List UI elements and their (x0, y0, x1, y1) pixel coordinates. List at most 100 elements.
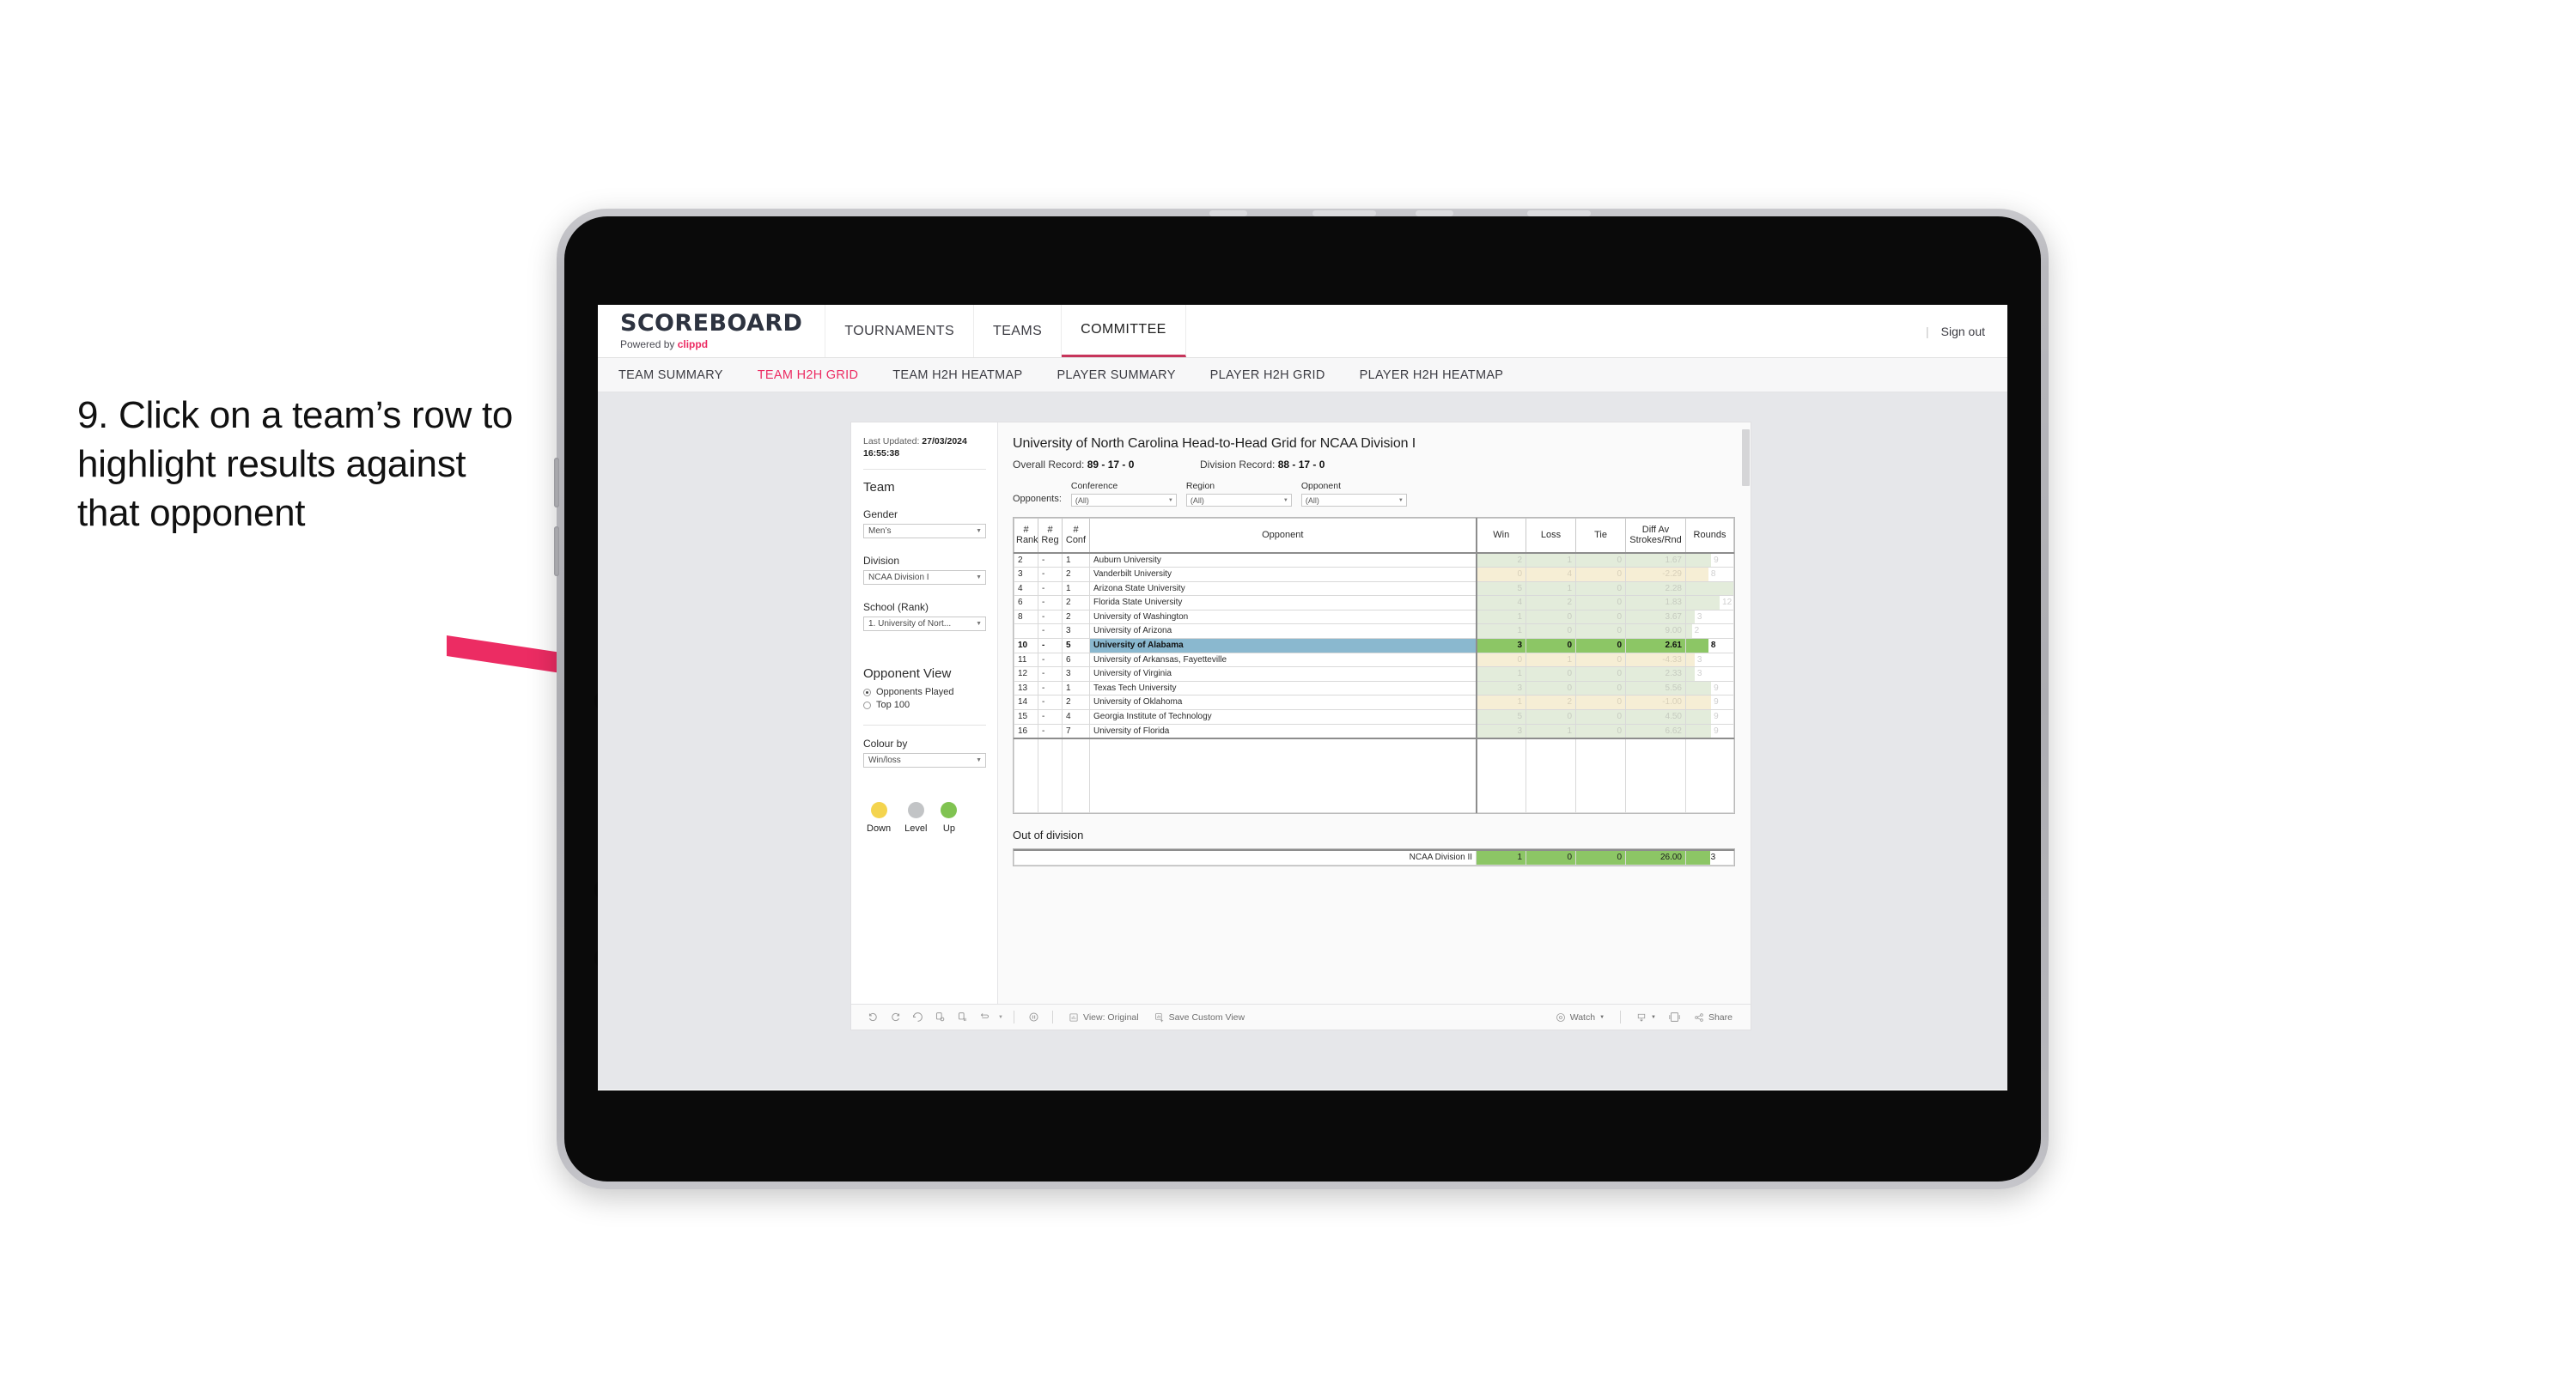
table-row[interactable]: 2-1 Auburn University 2 1 0 1.67 9 (1014, 551, 1734, 568)
legend-dot-up (941, 802, 958, 819)
subtab-team-h2h-grid[interactable]: TEAM H2H GRID (758, 368, 859, 382)
save-custom-view-label: Save Custom View (1168, 1011, 1245, 1023)
cell-rank: 3 (1014, 567, 1038, 582)
signout-divider: | (1925, 324, 1929, 338)
volume-down-button[interactable] (554, 526, 559, 576)
pause-auto-update-icon[interactable] (1022, 1005, 1044, 1030)
cell-loss: 2 (1526, 595, 1576, 610)
legend-dot-level (907, 802, 924, 819)
volume-up-button[interactable] (554, 458, 559, 507)
col-rounds[interactable]: Rounds (1685, 518, 1734, 553)
chevron-down-icon: ▼ (1599, 1014, 1605, 1020)
cell-diff: 1.67 (1625, 551, 1686, 568)
cell-tie: 0 (1575, 723, 1626, 740)
conference-filter: Conference (All) ▼ (1070, 481, 1177, 507)
col-loss[interactable]: Loss (1526, 518, 1576, 553)
undo-icon[interactable] (862, 1005, 884, 1030)
table-row[interactable]: 12-3 University of Virginia 1 0 0 2.33 3 (1014, 666, 1734, 682)
opponent-select[interactable]: (All) ▼ (1300, 494, 1407, 507)
last-updated: Last Updated: 27/03/2024 16:55:38 (863, 436, 967, 459)
table-row[interactable]: 13-1 Texas Tech University 3 0 0 5.56 9 (1014, 680, 1734, 696)
rounds-bar (1686, 710, 1712, 724)
sign-out-link[interactable]: Sign out (1941, 325, 1985, 338)
col-reg[interactable]: # Reg (1038, 518, 1063, 553)
device-top-antenna-2 (1312, 210, 1376, 216)
table-row[interactable]: 16-7 University of Florida 3 1 0 6.62 9 (1014, 723, 1734, 740)
revert-icon[interactable] (906, 1005, 929, 1030)
radio-top-100[interactable]: Top 100 (863, 700, 986, 710)
subtab-player-summary[interactable]: PLAYER SUMMARY (1057, 368, 1175, 382)
cell-reg: - (1038, 680, 1063, 696)
col-win[interactable]: Win (1475, 518, 1526, 553)
redo-icon[interactable] (884, 1005, 906, 1030)
table-row[interactable]: 4-1Arizona State University5102.2817 (1014, 580, 1734, 597)
table-row[interactable]: 15-4 Georgia Institute of Technology 5 0 0 4.… (1014, 709, 1734, 725)
cell-reg: - (1038, 638, 1063, 653)
team-section-heading: Team (863, 480, 895, 495)
subtab-player-h2h-grid[interactable]: PLAYER H2H GRID (1210, 368, 1325, 382)
nav-tab-committee[interactable]: COMMITTEE (1062, 305, 1186, 357)
scrollbar-thumb[interactable] (1742, 429, 1750, 486)
table-row[interactable]: 10-5 University of Alabama 3 0 0 2.61 8 (1014, 638, 1734, 653)
chevron-down-icon[interactable]: ▼ (996, 1005, 1006, 1030)
conference-select[interactable]: (All) ▼ (1070, 494, 1177, 507)
gender-select[interactable]: Men’s ▼ (863, 524, 986, 539)
table-row[interactable]: 11-6 University of Arkansas, Fayetteville… (1014, 652, 1734, 668)
sign-out-area[interactable]: | Sign out (1903, 305, 2007, 357)
cell-loss: 1 (1526, 551, 1576, 568)
cell-loss: 1 (1526, 652, 1576, 668)
fullscreen-icon[interactable] (1664, 1005, 1686, 1030)
subtab-player-h2h-heatmap[interactable]: PLAYER H2H HEATMAP (1360, 368, 1504, 382)
table-row[interactable]: 8-2 University of Washington 1 0 0 3.67 3 (1014, 609, 1734, 625)
school-select[interactable]: 1. University of Nort... ▼ (863, 617, 986, 632)
refresh-icon[interactable] (973, 1005, 996, 1030)
panel-divider-2 (863, 725, 986, 726)
cell-rank: 12 (1014, 666, 1038, 682)
cell-conf: 6 (1062, 652, 1090, 668)
pause-updates-icon[interactable] (951, 1005, 973, 1030)
table-row[interactable]: -3 University of Arizona 1 0 0 9.00 2 (1014, 623, 1734, 640)
save-custom-view-button[interactable]: Save Custom View (1147, 1012, 1253, 1023)
table-row[interactable]: 6-2 Florida State University 4 2 0 1.83 12 (1014, 595, 1734, 610)
ood-rounds: 3 (1685, 848, 1734, 866)
view-original-label: View: Original (1083, 1011, 1139, 1023)
rounds-bar (1686, 610, 1695, 623)
division-select[interactable]: NCAA Division I ▼ (863, 570, 986, 586)
cell-rank: 10 (1014, 638, 1038, 653)
rounds-bar (1686, 682, 1712, 695)
ood-rounds-value: 3 (1710, 852, 1716, 862)
gender-label: Gender (863, 508, 898, 521)
out-of-division-body: NCAA Division II 1 0 0 26.00 3 (1014, 848, 1734, 866)
col-tie[interactable]: Tie (1575, 518, 1626, 553)
conference-value: (All) (1075, 495, 1089, 505)
vertical-scrollbar[interactable] (1742, 422, 1750, 1030)
empty-cell (1625, 738, 1686, 813)
rounds-value: 8 (1710, 569, 1716, 580)
watch-button[interactable]: Watch ▼ (1548, 1012, 1612, 1023)
col-opponent[interactable]: Opponent (1089, 518, 1477, 553)
nav-tab-tournaments[interactable]: TOURNAMENTS (825, 305, 975, 357)
table-row[interactable]: 3-2 Vanderbilt University 0 4 0 -2.29 8 (1014, 567, 1734, 582)
region-filter: Region (All) ▼ (1185, 481, 1292, 507)
colour-by-select[interactable]: Win/loss ▼ (863, 753, 986, 768)
region-select[interactable]: (All) ▼ (1185, 494, 1292, 507)
nav-tab-teams[interactable]: TEAMS (974, 305, 1063, 357)
table-row[interactable]: 14-2 University of Oklahoma 1 2 0 -1.00 9 (1014, 695, 1734, 711)
table-row[interactable]: NCAA Division II 1 0 0 26.00 3 (1014, 848, 1734, 866)
col-conf[interactable]: # Conf (1062, 518, 1090, 553)
col-diff[interactable]: Diff Av Strokes/Rnd (1625, 518, 1686, 553)
subtab-team-summary[interactable]: TEAM SUMMARY (618, 368, 723, 382)
subtab-team-h2h-heatmap[interactable]: TEAM H2H HEATMAP (892, 368, 1022, 382)
cell-tie: 0 (1575, 609, 1626, 625)
refresh-data-icon[interactable] (929, 1005, 951, 1030)
radio-opponents-played[interactable]: Opponents Played (863, 687, 986, 697)
cell-rank: 13 (1014, 680, 1038, 696)
view-original-button[interactable]: View: Original (1061, 1012, 1147, 1023)
cell-conf: 2 (1062, 567, 1090, 582)
legend-label-level: Level (904, 823, 928, 835)
share-button[interactable]: Share (1686, 1012, 1740, 1023)
cell-tie: 0 (1575, 666, 1626, 682)
cell-diff: -1.00 (1625, 695, 1686, 711)
col-rank[interactable]: # Rank (1014, 518, 1038, 553)
download-button[interactable]: ▼ (1629, 1012, 1664, 1023)
